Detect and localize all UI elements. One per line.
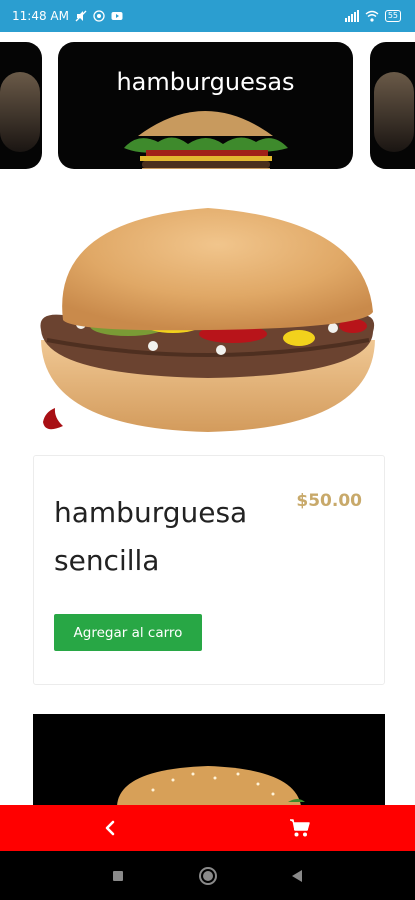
signal-icon [344, 10, 359, 22]
recents-button[interactable] [107, 865, 129, 887]
product-card: hamburguesa sencilla $50.00 Agregar al c… [33, 455, 385, 685]
bottom-action-bar [0, 805, 415, 851]
battery-icon: 55 [384, 10, 401, 22]
home-button[interactable] [197, 865, 219, 887]
status-bar: 11:48 AM 55 [0, 0, 415, 32]
category-image [374, 72, 414, 152]
circle-icon [199, 867, 217, 885]
category-image [124, 111, 288, 169]
add-to-cart-button[interactable]: Agregar al carro [54, 614, 202, 651]
product-image-2 [33, 714, 385, 814]
category-card-previous[interactable] [0, 42, 42, 169]
status-right: 55 [344, 10, 401, 22]
triangle-back-icon [292, 870, 302, 882]
square-icon [113, 871, 123, 881]
status-time: 11:48 AM [12, 9, 69, 23]
wifi-icon [365, 10, 379, 22]
cart-button[interactable] [270, 805, 330, 851]
silent-icon [75, 10, 87, 22]
category-image [0, 72, 40, 152]
product-name: hamburguesa sencilla [54, 496, 248, 577]
status-left: 11:48 AM [12, 9, 123, 23]
system-back-button[interactable] [286, 865, 308, 887]
category-card-next[interactable] [370, 42, 415, 169]
category-card-active[interactable]: hamburguesas [58, 42, 353, 169]
product-image [40, 208, 375, 432]
chevron-left-icon [105, 820, 115, 836]
youtube-icon [111, 12, 123, 20]
category-carousel[interactable]: hamburguesas [0, 32, 415, 182]
back-button[interactable] [80, 805, 140, 851]
whatsapp-icon [93, 10, 105, 22]
product-price: $50.00 [296, 491, 362, 511]
shopping-cart-icon [290, 819, 310, 837]
system-nav-bar [0, 851, 415, 900]
burger-image [117, 766, 305, 806]
category-title: hamburguesas [116, 68, 295, 96]
